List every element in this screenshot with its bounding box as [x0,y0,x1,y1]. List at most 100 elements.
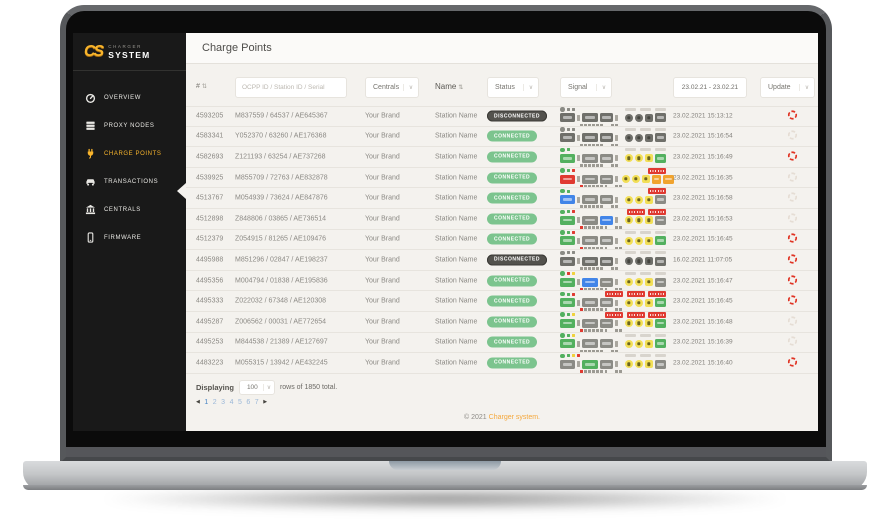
cell-ocpp-id: M851296 / 02847 / AE198237 [235,256,328,263]
status-badge: CONNECTED [487,213,537,224]
chevron-down-icon: ∨ [799,84,814,91]
cell-id: 4512898 [196,215,223,222]
signal-indicator [560,209,666,229]
page-number[interactable]: 6 [246,399,250,406]
refresh-button[interactable] [787,295,798,306]
sidebar-item-transactions[interactable]: TRANSACTIONS [73,168,186,196]
refresh-button[interactable] [787,253,798,264]
table-row: 4495356 M004794 / 01838 / AE195836 Your … [186,271,818,292]
sidebar-item-centrals[interactable]: CENTRALS [73,196,186,224]
signal-dropdown[interactable]: Signal ∨ [560,77,612,98]
status-dropdown[interactable]: Status ∨ [487,77,539,98]
next-page-icon[interactable]: ▶ [263,400,267,405]
cell-station-name: Station Name [435,359,477,366]
refresh-button[interactable] [787,192,798,203]
chevron-down-icon: ∨ [263,384,274,391]
table-row: 4513767 M054939 / 73624 / AE847876 Your … [186,188,818,209]
app-logo[interactable]: CS CHARGER SYSTEM [73,33,186,71]
cell-last-update: 23.02.2021 15:16:53 [673,215,733,222]
sidebar-item-charge-points[interactable]: CHARGE POINTS [73,140,186,168]
cell-id: 4495333 [196,298,223,305]
refresh-button[interactable] [787,356,798,367]
cell-station-name: Station Name [435,153,477,160]
signal-indicator [560,126,666,146]
refresh-button[interactable] [787,110,798,121]
cell-id: 4495988 [196,256,223,263]
refresh-button[interactable] [787,336,798,347]
sidebar-item-proxy-nodes[interactable]: PROXY NODES [73,112,186,140]
footer-brand-link[interactable]: Charger system. [489,414,540,421]
centrals-dropdown[interactable]: Centrals ∨ [365,77,419,98]
charge-points-table: 4593205 M837559 / 64537 / AE645367 Your … [186,106,818,374]
cell-id: 4583341 [196,133,223,140]
refresh-icon [787,192,798,203]
sidebar-collapse-arrow[interactable] [177,183,186,199]
sort-icon: ⇅ [458,85,463,91]
page-title: Charge Points [202,42,272,54]
page-number[interactable]: 2 [213,399,217,406]
table-row: 4495988 M851296 / 02847 / AE198237 Your … [186,250,818,271]
table-row: 4483223 M055315 / 13942 / AE432245 Your … [186,353,818,374]
sidebar-item-firmware[interactable]: FIRMWARE [73,224,186,252]
column-header-id[interactable]: #⇅ [196,83,207,90]
signal-indicator [560,106,666,126]
cell-ocpp-id: Z848806 / 03865 / AE736514 [235,215,326,222]
search-input[interactable] [235,77,347,98]
gauge-icon [85,92,96,105]
logo-mark: CS [84,43,102,61]
status-badge: DISCONNECTED [487,254,547,265]
refresh-button[interactable] [787,212,798,223]
signal-indicator [560,250,666,270]
page-numbers: 1234567 [204,399,258,406]
refresh-icon [787,130,798,141]
cell-brand: Your Brand [365,359,400,366]
cell-ocpp-id: M844538 / 21389 / AE127697 [235,339,328,346]
page-number[interactable]: 3 [221,399,225,406]
page-number[interactable]: 5 [238,399,242,406]
page-number[interactable]: 1 [204,399,208,406]
table-row: 4495253 M844538 / 21389 / AE127697 Your … [186,333,818,354]
table-row: 4512898 Z848806 / 03865 / AE736514 Your … [186,209,818,230]
refresh-button[interactable] [787,274,798,285]
cell-brand: Your Brand [365,256,400,263]
sidebar-item-label: PROXY NODES [104,123,155,129]
cell-ocpp-id: M055315 / 13942 / AE432245 [235,359,328,366]
refresh-button[interactable] [787,233,798,244]
page-size-select[interactable]: 100 ∨ [239,380,275,395]
cell-last-update: 23.02.2021 15:16:54 [673,133,733,140]
sidebar-item-overview[interactable]: OVERVIEW [73,84,186,112]
cell-station-name: Station Name [435,277,477,284]
laptop-base [23,461,867,490]
displaying-label: Displaying [196,383,234,392]
cell-station-name: Station Name [435,133,477,140]
cell-id: 4513767 [196,195,223,202]
sidebar: CS CHARGER SYSTEM OVERVIEW PROXY NODES CHA… [73,33,186,431]
column-header-name[interactable]: Name⇅ [435,82,463,91]
cell-station-name: Station Name [435,256,477,263]
filter-row: #⇅ Centrals ∨ Name⇅ Status ∨ Signal ∨ [186,64,818,106]
page-number[interactable]: 4 [230,399,234,406]
table-row: 4583341 Y052370 / 63260 / AE176368 Your … [186,127,818,148]
table-row: 4593205 M837559 / 64537 / AE645367 Your … [186,106,818,127]
refresh-button[interactable] [787,150,798,161]
status-badge: CONNECTED [487,234,537,245]
date-range-field[interactable]: 23.02.21 - 23.02.21 [673,77,747,98]
cell-last-update: 23.02.2021 15:16:49 [673,153,733,160]
cell-brand: Your Brand [365,195,400,202]
chevron-down-icon: ∨ [403,84,418,91]
refresh-button[interactable] [787,130,798,141]
device-icon [85,232,96,245]
bank-icon [85,204,96,217]
cell-id: 4582693 [196,153,223,160]
prev-page-icon[interactable]: ◀ [196,400,200,405]
logo-line1: CHARGER [108,44,150,49]
cell-last-update: 23.02.2021 15:16:40 [673,359,733,366]
cell-brand: Your Brand [365,277,400,284]
page-size-control: Displaying 100 ∨ rows of 1850 total. [196,380,337,395]
update-dropdown[interactable]: Update ∨ [760,77,815,98]
refresh-icon [787,253,798,264]
page-number[interactable]: 7 [255,399,259,406]
refresh-button[interactable] [787,171,798,182]
refresh-button[interactable] [787,315,798,326]
status-badge: CONNECTED [487,131,537,142]
